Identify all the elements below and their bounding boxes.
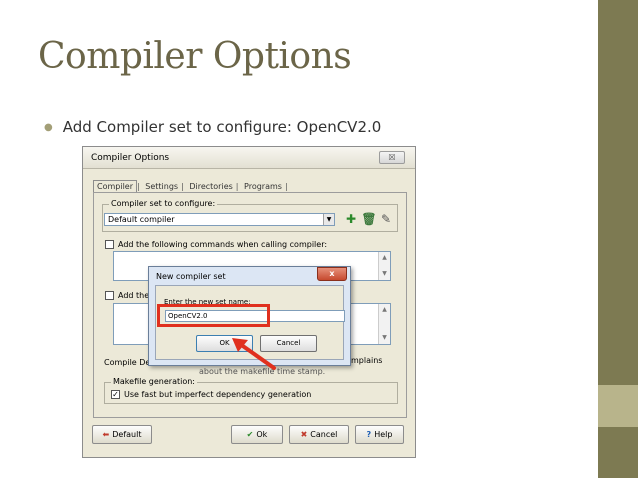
tab-directories[interactable]: Directories [186,181,235,192]
dialog-close-button[interactable]: ☒ [379,151,405,164]
complains-text: mplains [351,356,383,365]
compiler-set-label: Compiler set to configure: [109,199,218,208]
side-decoration-accent [598,385,638,427]
tab-separator: | [284,182,288,191]
chevron-down-icon[interactable]: ▼ [323,214,334,225]
add-compiler-set-icon[interactable]: ✚ [343,212,359,228]
slide-title: Compiler Options [38,36,352,77]
scrollbar[interactable]: ▲ ▼ [378,252,390,280]
new-set-close-button[interactable]: x [317,267,347,281]
annotation-arrow-icon [232,338,276,370]
new-set-dialog-title: New compiler set [156,272,226,281]
checkmark-icon: ✔ [246,430,254,439]
arrow-left-icon: ⬅ [102,430,110,439]
rename-compiler-set-icon[interactable]: ✎ [378,212,394,228]
help-button[interactable]: ? Help [355,425,404,444]
scroll-up-icon[interactable]: ▲ [379,306,390,313]
makefile-option-label: Use fast but imperfect dependency genera… [124,390,312,399]
compiler-set-value: Default compiler [108,215,175,224]
default-button[interactable]: ⬅ Default [92,425,152,444]
compiler-commands-label: Add the following commands when calling … [118,240,328,249]
slide-bullet: ● Add Compiler set to configure: OpenCV2.… [44,118,381,136]
delete-compiler-set-icon[interactable]: 🗑 [361,212,377,228]
slide-bullet-text: Add Compiler set to configure: OpenCV2.0 [62,118,382,136]
ok-button[interactable]: ✔ Ok [231,425,283,444]
question-icon: ? [366,430,372,439]
cancel-button[interactable]: ✖ Cancel [289,425,349,444]
compiler-commands-checkbox[interactable] [105,240,114,249]
tab-settings[interactable]: Settings [142,181,181,192]
tab-separator: | [137,182,140,191]
dialog-titlebar: Compiler Options ☒ [83,147,415,169]
tab-compiler[interactable]: Compiler [93,180,138,192]
scroll-down-icon[interactable]: ▼ [379,334,390,341]
makefile-generation-label: Makefile generation: [111,377,198,386]
scroll-up-icon[interactable]: ▲ [379,254,390,261]
tab-separator: | [235,182,239,191]
input-highlight-box [157,304,270,327]
bullet-dot-icon: ● [44,122,53,133]
makefile-option-checkbox[interactable]: ✓ [111,390,120,399]
cancel-button-label: Cancel [310,430,338,439]
linker-commands-checkbox[interactable] [105,291,114,300]
ok-button-label: Ok [256,430,268,439]
tab-programs[interactable]: Programs [241,181,285,192]
compiler-set-select[interactable]: Default compiler ▼ [104,213,335,226]
dialog-title: Compiler Options [91,153,170,163]
scrollbar[interactable]: ▲ ▼ [378,304,390,344]
help-button-label: Help [374,430,393,439]
x-icon: ✖ [300,430,308,439]
scroll-down-icon[interactable]: ▼ [379,270,390,277]
default-button-label: Default [112,430,142,439]
tab-separator: | [181,182,184,191]
